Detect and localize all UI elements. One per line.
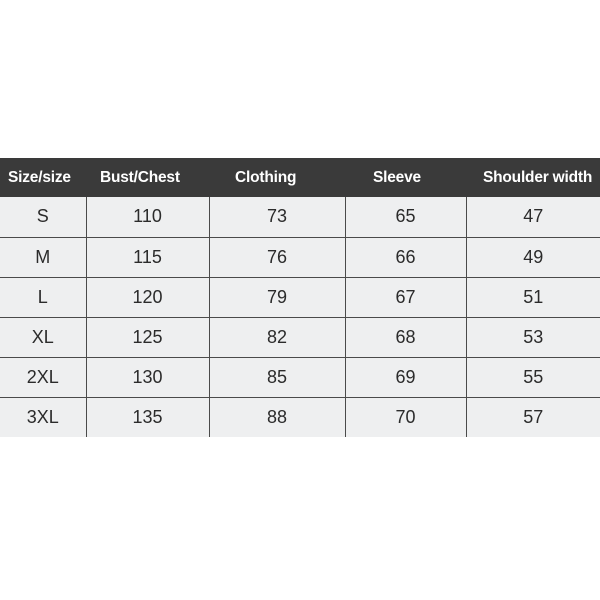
column-header-shoulder: Shoulder width <box>483 168 593 186</box>
cell-sleeve: 69 <box>345 357 467 398</box>
cell-clothing: 88 <box>209 397 346 437</box>
table-row: 2XL 130 85 69 55 <box>0 357 600 398</box>
column-header-size: Size/size <box>8 168 71 186</box>
cell-bust: 120 <box>86 277 210 318</box>
cell-sleeve: 70 <box>345 397 467 437</box>
cell-sleeve: 67 <box>345 277 467 318</box>
cell-shoulder: 55 <box>466 357 600 398</box>
cell-clothing: 85 <box>209 357 346 398</box>
cell-shoulder: 53 <box>466 317 600 358</box>
cell-size: M <box>0 237 87 278</box>
cell-bust: 130 <box>86 357 210 398</box>
cell-sleeve: 66 <box>345 237 467 278</box>
table-row: S 110 73 65 47 <box>0 197 600 238</box>
cell-clothing: 79 <box>209 277 346 318</box>
column-header-sleeve: Sleeve <box>373 168 421 186</box>
table-row: L 120 79 67 51 <box>0 277 600 318</box>
size-chart-header: Size/size Bust/Chest Clothing Sleeve Sho… <box>0 158 600 197</box>
column-header-bust: Bust/Chest <box>100 168 180 186</box>
cell-shoulder: 47 <box>466 197 600 238</box>
column-header-clothing: Clothing <box>235 168 297 186</box>
cell-shoulder: 51 <box>466 277 600 318</box>
cell-bust: 110 <box>86 197 210 238</box>
cell-bust: 135 <box>86 397 210 437</box>
table-row: XL 125 82 68 53 <box>0 317 600 358</box>
cell-size: 2XL <box>0 357 87 398</box>
cell-clothing: 76 <box>209 237 346 278</box>
size-chart-body: S 110 73 65 47 M 115 76 66 49 L 120 79 67 51 XL 125 82 68 5… <box>0 197 600 437</box>
header-row: Size/size Bust/Chest Clothing Sleeve Sho… <box>0 158 600 197</box>
size-chart-table: Size/size Bust/Chest Clothing Sleeve Sho… <box>0 158 600 437</box>
cell-size: S <box>0 197 87 238</box>
cell-shoulder: 57 <box>523 406 544 427</box>
cell-size: 3XL <box>0 397 87 437</box>
cell-bust: 115 <box>86 237 210 278</box>
cell-bust: 125 <box>86 317 210 358</box>
table-row: 3XL 135 88 70 57 <box>0 397 600 437</box>
cell-size: XL <box>0 317 87 358</box>
cell-clothing: 82 <box>209 317 346 358</box>
cell-sleeve: 68 <box>345 317 467 358</box>
cell-sleeve: 65 <box>345 197 467 238</box>
cell-clothing: 73 <box>209 197 346 238</box>
cell-shoulder: 49 <box>466 237 600 278</box>
cell-size: L <box>0 277 87 318</box>
table-row: M 115 76 66 49 <box>0 237 600 278</box>
